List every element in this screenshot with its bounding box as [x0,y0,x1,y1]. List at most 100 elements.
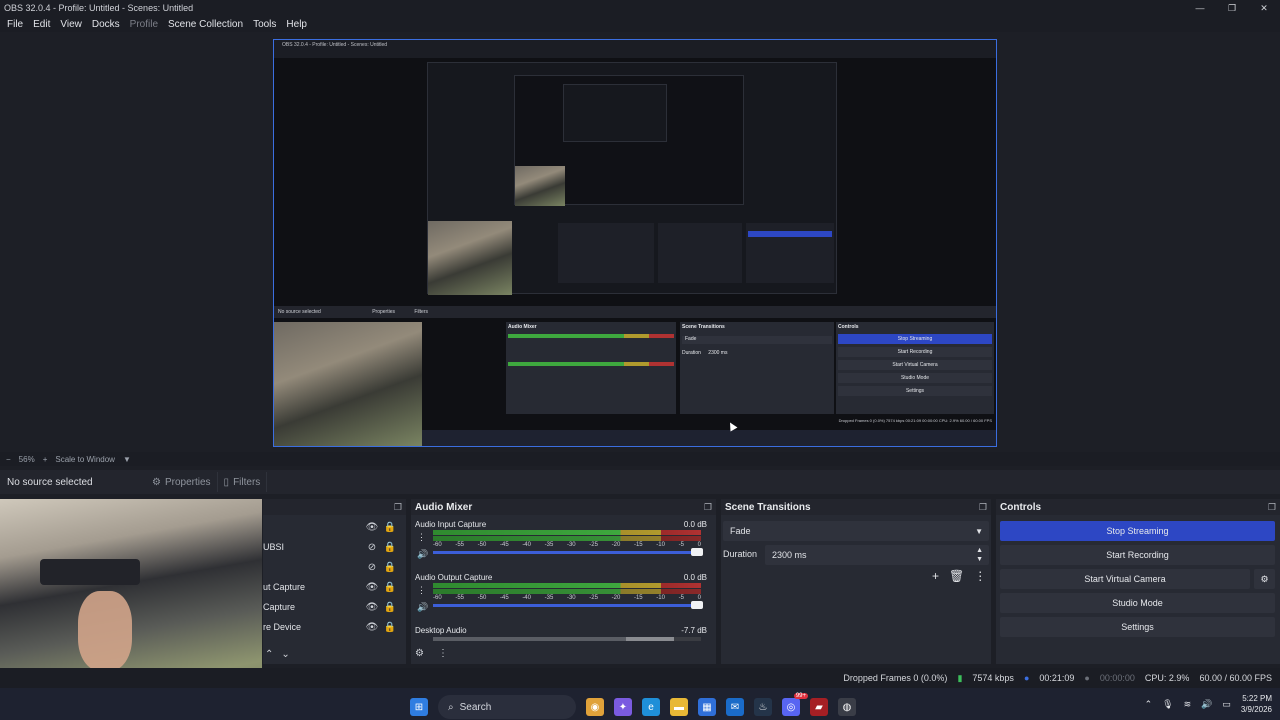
stop-streaming-button[interactable]: Stop Streaming [1000,521,1275,541]
scene-transitions-popout-icon[interactable]: ❐ [979,502,987,513]
lock-icon[interactable]: 🔒 [381,622,399,633]
source-row[interactable]: ut Capture 👁 🔒 [263,578,403,596]
eye-icon[interactable]: 👁 [363,622,381,633]
menu-view[interactable]: View [55,19,87,30]
volume-slider[interactable] [433,601,703,609]
menu-scene-collection[interactable]: Scene Collection [163,19,248,30]
transition-menu-icon[interactable]: ⋮ [974,569,986,583]
zoom-dropdown-icon[interactable]: ▼ [123,455,131,464]
source-row[interactable]: UBSI ⊘ 🔒 [263,538,403,556]
zoom-out-button[interactable]: − [6,455,11,464]
title-bar: OBS 32.0.4 - Profile: Untitled - Scenes:… [0,0,1280,16]
speaker-icon[interactable]: 🔊 [417,602,428,613]
add-transition-icon[interactable]: + [932,569,939,583]
discord-icon[interactable]: ◎ 99+ [782,693,808,716]
chevron-up-icon[interactable]: ⌃ [1145,699,1153,710]
volume-icon[interactable]: 🔊 [1201,699,1212,710]
menu-docks[interactable]: Docks [87,19,125,30]
level-meter [433,583,701,588]
stream-icon: ● [1023,673,1030,683]
minimize-button[interactable]: — [1184,0,1216,16]
windows-start-icon[interactable]: ⊞ [410,698,428,716]
close-button[interactable]: ✕ [1248,0,1280,16]
studio-mode-button[interactable]: Studio Mode [1000,593,1275,613]
mixer-settings-icon[interactable]: ⚙ [415,648,424,659]
meter-scale: -60 -55 -50 -45 -40 -35 -30 -25 -20 -15 -10 -5 0 [433,595,701,601]
no-source-label: No source selected [7,476,93,488]
mixer-menu-icon[interactable]: ⋮ [438,648,448,659]
eye-hidden-icon[interactable]: ⊘ [363,562,381,573]
move-down-icon[interactable]: ⌄ [281,649,289,660]
scale-to-window[interactable]: Scale to Window [55,455,115,464]
sources-popout-icon[interactable]: ❐ [394,502,402,513]
zoom-in-button[interactable]: + [43,455,48,464]
settings-button[interactable]: Settings [1000,617,1275,637]
volume-slider[interactable] [433,548,703,556]
lock-icon[interactable]: 🔒 [381,542,399,553]
clock[interactable]: 5:22 PM 3/9/2026 [1241,693,1272,715]
eye-hidden-icon[interactable]: ⊘ [363,542,381,553]
app-icon[interactable]: ▰ [810,698,828,716]
menu-help[interactable]: Help [281,19,312,30]
chrome-icon[interactable]: ◉ [586,698,604,716]
menu-tools[interactable]: Tools [248,19,281,30]
eye-icon[interactable]: 👁 [363,522,381,533]
level-meter [433,637,701,641]
mail-icon[interactable]: ✉ [726,698,744,716]
eye-icon[interactable]: 👁 [363,602,381,613]
face-shape [78,591,132,671]
mic-icon[interactable]: 🎙 [1162,699,1173,710]
controls-popout-icon[interactable]: ❐ [1268,502,1276,513]
copilot-icon[interactable]: ✦ [614,698,632,716]
properties-button[interactable]: ⚙ Properties [146,472,218,492]
wifi-icon[interactable]: ≋ [1184,699,1192,710]
restore-button[interactable]: ❐ [1216,0,1248,16]
level-meter [433,589,701,594]
nested-filters: Filters [414,309,429,315]
lock-icon[interactable]: 🔒 [381,602,399,613]
taskbar-search[interactable]: ⌕ Search [438,695,576,719]
volume-knob[interactable] [691,601,703,609]
kebab-icon[interactable]: ⋮ [417,585,426,596]
kebab-icon[interactable]: ⋮ [417,532,426,543]
program-preview[interactable]: OBS 32.0.4 - Profile: Untitled - Scenes:… [273,39,997,447]
filter-icon: ▯ [223,476,230,488]
eye-icon[interactable]: 👁 [363,582,381,593]
menu-edit[interactable]: Edit [28,19,55,30]
source-row[interactable]: ⊘ 🔒 [263,558,403,576]
speaker-icon[interactable]: 🔊 [417,549,428,560]
source-row[interactable]: 👁 🔒 [263,518,403,536]
start-virtual-camera-button[interactable]: Start Virtual Camera [1000,569,1250,589]
spinner-arrows-icon[interactable]: ▲ ▼ [976,546,983,564]
steam-icon[interactable]: ♨ [754,698,772,716]
nested-transitions-title: Scene Transitions [682,324,725,330]
record-icon: ● [1084,673,1090,683]
source-row[interactable]: re Device 👁 🔒 [263,618,403,636]
audio-mixer-popout-icon[interactable]: ❐ [704,502,712,513]
folder-icon[interactable]: ▬ [670,698,688,716]
gear-icon: ⚙ [152,476,161,488]
source-row[interactable]: Capture 👁 🔒 [263,598,403,616]
virtual-camera-settings-icon[interactable]: ⚙ [1254,569,1275,589]
transition-value: Fade [730,526,751,536]
start-recording-button[interactable]: Start Recording [1000,545,1275,565]
duration-spinbox[interactable]: 2300 ms ▲ ▼ [765,545,989,565]
store-icon[interactable]: ▦ [698,698,716,716]
lock-icon[interactable]: 🔒 [381,562,399,573]
lock-icon[interactable]: 🔒 [381,522,399,533]
obs-icon[interactable]: ◍ [838,698,856,716]
battery-icon[interactable]: ▭ [1222,699,1231,710]
channel-db: -7.7 dB [681,625,707,635]
move-up-icon[interactable]: ⌃ [265,649,273,660]
mixer-channel: Audio Input Capture 0.0 dB ⋮ -60 -55 -50 -4… [415,518,707,570]
menu-file[interactable]: File [2,19,28,30]
channel-name: Audio Input Capture [415,519,487,529]
nested-audio-mixer-title: Audio Mixer [508,324,537,330]
volume-knob[interactable] [691,548,703,556]
trash-icon[interactable]: 🗑 [949,569,964,583]
transition-select[interactable]: Fade ▼ [723,521,989,541]
lock-icon[interactable]: 🔒 [381,582,399,593]
edge-icon[interactable]: e [642,698,660,716]
menu-profile[interactable]: Profile [125,19,163,30]
filters-button[interactable]: ▯ Filters [218,472,268,492]
